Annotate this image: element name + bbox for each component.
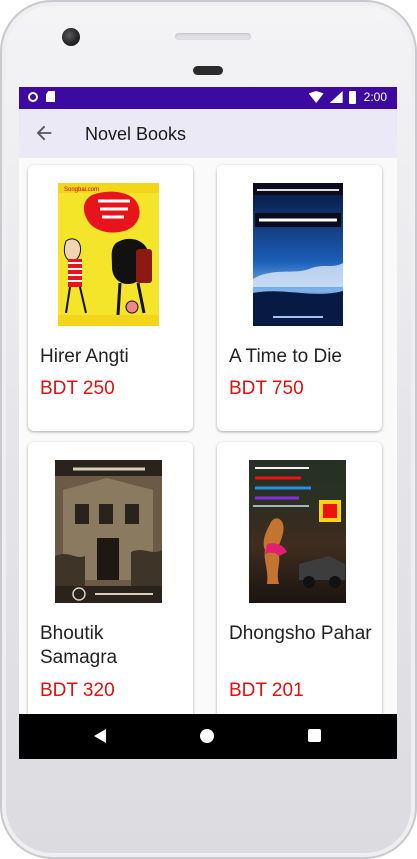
product-title: A Time to Die	[229, 346, 342, 367]
book-cover-a-time-to-die	[253, 183, 343, 326]
product-price: BDT 750	[229, 378, 304, 399]
status-bar: 2:00	[19, 87, 397, 109]
system-nav-bar	[19, 714, 397, 759]
product-price: BDT 250	[40, 378, 115, 399]
arrow-left-icon	[36, 125, 52, 141]
wifi-icon	[308, 91, 324, 103]
product-card[interactable]: A Time to Die BDT 750	[217, 165, 382, 431]
screen: 2:00 Novel Books Songbai.com Hirer Angti…	[19, 87, 397, 759]
earpiece-speaker	[175, 33, 251, 40]
product-price: BDT 320	[40, 680, 115, 701]
product-card[interactable]: Songbai.com Hirer Angti BDT 250	[28, 165, 193, 431]
svg-text:Songbai.com: Songbai.com	[64, 187, 99, 193]
front-sensor	[193, 66, 223, 75]
product-title: Hirer Angti	[40, 346, 129, 367]
notification-dot-icon	[28, 91, 38, 102]
camera-lens	[62, 28, 80, 46]
nav-back-icon[interactable]	[94, 729, 106, 743]
page-title: Novel Books	[85, 124, 187, 144]
product-price: BDT 201	[229, 680, 304, 701]
product-card[interactable]: Dhongsho Pahar BDT 201	[217, 442, 382, 714]
book-cover-hirer-angti: Songbai.com	[58, 183, 159, 326]
book-cover-dhongsho-pahar	[249, 460, 346, 603]
back-button[interactable]	[33, 122, 55, 144]
phone-frame: 2:00 Novel Books Songbai.com Hirer Angti…	[0, 0, 417, 859]
book-cover-bhoutik-samagra	[55, 460, 162, 603]
product-grid: Songbai.com Hirer Angti BDT 250 A Time t…	[19, 158, 397, 714]
nav-home-icon[interactable]	[200, 729, 214, 743]
status-time: 2:00	[363, 90, 387, 104]
nav-recents-icon[interactable]	[308, 729, 321, 742]
product-title: Bhoutik Samagra	[40, 623, 118, 668]
product-card[interactable]: Bhoutik Samagra BDT 320	[28, 442, 193, 714]
sd-card-icon	[46, 91, 55, 102]
app-bar: Novel Books	[19, 109, 397, 158]
signal-icon	[329, 91, 343, 103]
product-title: Dhongsho Pahar	[229, 623, 372, 644]
battery-icon	[348, 90, 356, 104]
